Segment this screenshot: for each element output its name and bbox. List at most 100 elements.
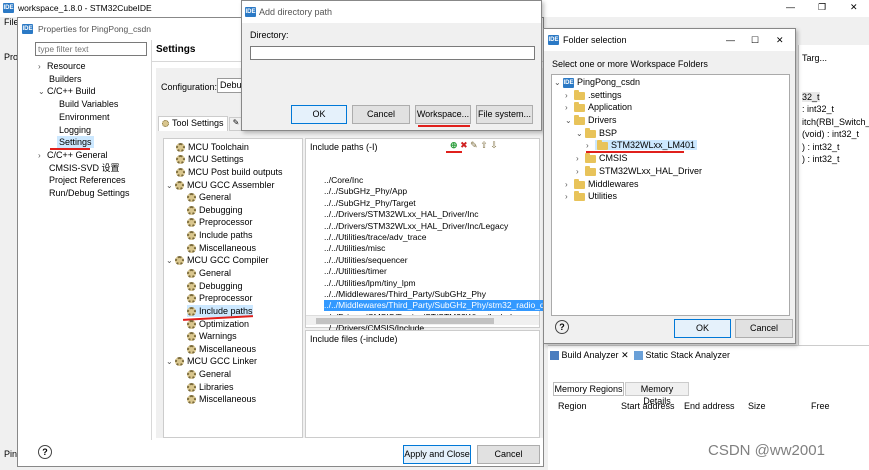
add-path-icon[interactable]: ⊕: [450, 140, 458, 150]
file-system-button[interactable]: File system...: [476, 105, 533, 124]
stack-analyzer-icon: [634, 351, 643, 361]
filter-input[interactable]: [35, 42, 147, 56]
nav-cmsis-svd[interactable]: CMSIS-SVD 设置: [49, 162, 120, 174]
outline-line: ) : int32_t: [802, 142, 840, 152]
include-files-pane: [305, 330, 540, 438]
folder-ok-button[interactable]: OK: [674, 319, 731, 338]
folder-tree-cmsis[interactable]: › CMSIS: [576, 152, 628, 164]
gear-icon: [187, 395, 196, 405]
build-analyzer-tab[interactable]: Build Analyzer ✕: [550, 350, 629, 361]
tab-tool-settings[interactable]: Tool Settings: [158, 116, 228, 131]
tree-asm-include-paths[interactable]: Include paths: [187, 229, 253, 241]
include-hscroll[interactable]: [306, 315, 539, 325]
folder-maximize-button[interactable]: ☐: [751, 29, 759, 51]
nav-run-debug[interactable]: Run/Debug Settings: [49, 187, 130, 199]
help-button[interactable]: ?: [38, 445, 52, 459]
include-path-item[interactable]: ../../Drivers/STM32WLxx_HAL_Driver/Inc: [324, 209, 556, 220]
folder-tree-hal-driver[interactable]: › STM32WLxx_HAL_Driver: [576, 165, 702, 177]
include-path-item[interactable]: ../../SubGHz_Phy/App: [324, 186, 556, 197]
tree-mcu-settings[interactable]: MCU Settings: [176, 153, 244, 165]
folder-cancel-button[interactable]: Cancel: [735, 319, 793, 338]
gear-icon: [187, 370, 196, 380]
move-up-icon[interactable]: ⇧: [480, 140, 488, 150]
include-path-item[interactable]: ../../Utilities/timer: [324, 266, 556, 277]
directory-input[interactable]: [250, 46, 535, 60]
tree-asm-misc[interactable]: Miscellaneous: [187, 242, 256, 254]
minimize-button[interactable]: —: [786, 2, 795, 12]
folder-tree-bsp[interactable]: ⌄ BSP: [576, 127, 617, 139]
tree-asm-general[interactable]: General: [187, 191, 231, 203]
nav-cc-general[interactable]: › C/C++ General: [38, 149, 108, 161]
label: MCU Post build outputs: [188, 167, 283, 177]
include-path-item[interactable]: ../../Middlewares/Third_Party/SubGHz_Phy: [324, 289, 556, 300]
include-path-item[interactable]: ../../Utilities/trace/adv_trace: [324, 232, 556, 243]
tree-mcu-gcc-compiler[interactable]: ⌄ MCU GCC Compiler: [166, 254, 269, 266]
edit-path-icon[interactable]: ✎: [470, 140, 478, 150]
add-directory-ok-button[interactable]: OK: [291, 105, 347, 124]
main-window-title: workspace_1.8.0 - STM32CubeIDE: [18, 3, 152, 13]
tree-asm-preprocessor[interactable]: Preprocessor: [187, 216, 253, 228]
include-path-item[interactable]: ../Core/Inc: [324, 175, 556, 186]
workspace-button[interactable]: Workspace...: [415, 105, 471, 124]
folder-close-button[interactable]: ✕: [776, 29, 784, 51]
build-analyzer-label: Build Analyzer: [561, 350, 619, 360]
tree-ld-misc[interactable]: Miscellaneous: [187, 393, 256, 405]
tree-cc-optimization[interactable]: Optimization: [187, 318, 249, 330]
folder-tree-middlewares[interactable]: › Middlewares: [565, 178, 639, 190]
tree-mcu-toolchain[interactable]: MCU Toolchain: [176, 141, 249, 153]
folder-minimize-button[interactable]: —: [726, 29, 735, 51]
delete-path-icon[interactable]: ✖: [460, 140, 468, 150]
tool-settings-icon: [162, 120, 169, 128]
include-path-item[interactable]: ../../Drivers/STM32WLxx_HAL_Driver/Inc/L…: [324, 221, 556, 232]
include-path-item[interactable]: ../../Utilities/lpm/tiny_lpm: [324, 278, 556, 289]
tree-cc-preprocessor[interactable]: Preprocessor: [187, 292, 253, 304]
nav-project-references[interactable]: Project References: [49, 174, 126, 186]
close-window-button[interactable]: ✕: [850, 2, 858, 13]
include-path-item[interactable]: ../../Utilities/misc: [324, 243, 556, 254]
properties-cancel-button[interactable]: Cancel: [477, 445, 540, 464]
tree-cc-misc[interactable]: Miscellaneous: [187, 343, 256, 355]
static-stack-tab[interactable]: Static Stack Analyzer: [634, 350, 730, 361]
label: PingPong_csdn: [577, 77, 641, 87]
folder-tree-stm32wlxx-lm401[interactable]: › STM32WLxx_LM401: [586, 139, 698, 151]
apply-and-close-button[interactable]: Apply and Close: [403, 445, 471, 464]
nav-environment[interactable]: Environment: [59, 111, 110, 123]
include-path-item[interactable]: ../../Middlewares/Third_Party/SubGHz_Phy…: [324, 300, 556, 312]
tree-mcu-post-build[interactable]: MCU Post build outputs: [176, 166, 283, 178]
tree-ld-general[interactable]: General: [187, 368, 231, 380]
folder-tree-application[interactable]: › Application: [565, 101, 632, 113]
tree-cc-warnings[interactable]: Warnings: [187, 330, 237, 342]
gear-icon: [187, 320, 196, 330]
nav-cc-general-label: C/C++ General: [47, 150, 108, 160]
watermark: CSDN @ww2001: [708, 442, 825, 459]
tree-mcu-gcc-assembler[interactable]: ⌄ MCU GCC Assembler: [166, 179, 275, 191]
nav-cc-build[interactable]: ⌄ C/C++ Build: [38, 85, 96, 97]
nav-builders[interactable]: Builders: [49, 73, 82, 85]
label: Miscellaneous: [199, 344, 257, 354]
tree-asm-debugging[interactable]: Debugging: [187, 204, 243, 216]
chevron-down-icon: ⌄: [166, 181, 173, 190]
include-path-item[interactable]: ../../Utilities/sequencer: [324, 255, 556, 266]
folder-tree-settings[interactable]: › .settings: [565, 89, 622, 101]
folder-selection-dialog: IDE Folder selection — ☐ ✕ Select one or…: [543, 28, 796, 344]
tree-cc-debugging[interactable]: Debugging: [187, 280, 243, 292]
nav-logging[interactable]: Logging: [59, 124, 91, 136]
tree-cc-general[interactable]: General: [187, 267, 231, 279]
nav-resource[interactable]: › Resource: [38, 60, 86, 72]
folder-tree-project[interactable]: ⌄ IDE PingPong_csdn: [554, 76, 640, 88]
tab-memory-details[interactable]: Memory Details: [625, 382, 689, 406]
restore-button[interactable]: ❐: [818, 2, 826, 13]
hscroll-thumb[interactable]: [316, 318, 494, 324]
add-directory-cancel-button[interactable]: Cancel: [352, 105, 410, 124]
nav-build-variables[interactable]: Build Variables: [59, 98, 118, 110]
include-path-item[interactable]: ../../SubGHz_Phy/Target: [324, 198, 556, 209]
folder-tree-drivers[interactable]: ⌄ Drivers: [565, 114, 617, 126]
move-down-icon[interactable]: ⇩: [490, 140, 498, 150]
tree-mcu-gcc-linker[interactable]: ⌄ MCU GCC Linker: [166, 355, 257, 367]
nav-settings[interactable]: Settings: [57, 136, 94, 148]
tree-ld-libraries[interactable]: Libraries: [187, 381, 234, 393]
tab-memory-regions[interactable]: Memory Regions: [553, 382, 624, 396]
label: Include paths: [199, 306, 253, 316]
folder-help-button[interactable]: ?: [555, 320, 569, 334]
folder-tree-utilities[interactable]: › Utilities: [565, 190, 617, 202]
